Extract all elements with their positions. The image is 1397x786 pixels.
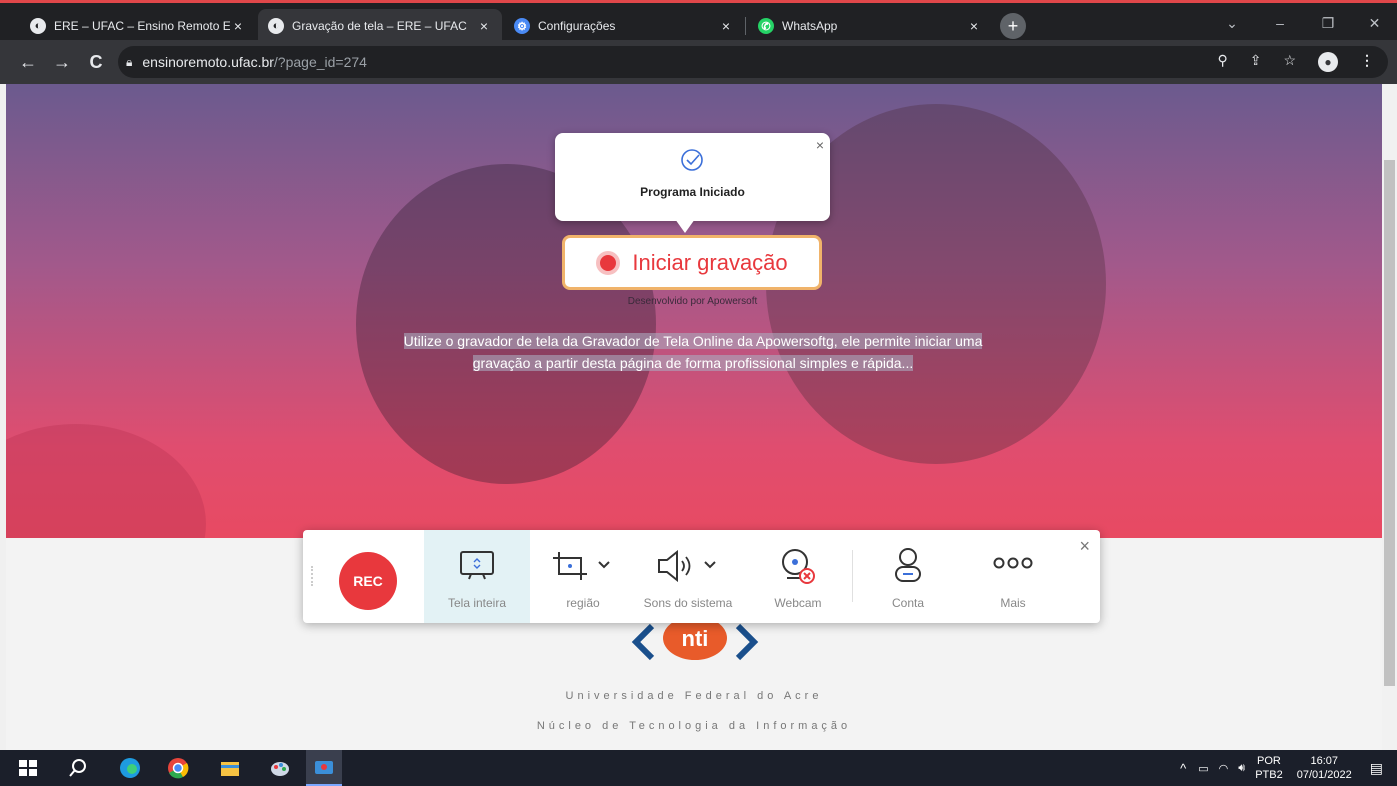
speaker-icon [658, 550, 716, 582]
chrome-icon[interactable] [166, 756, 190, 780]
omnibox-actions: ⚲ ⇪ ☆ ● ⋮ [1217, 52, 1374, 72]
account-option[interactable]: Conta [863, 530, 953, 623]
taskbar-active-app[interactable] [306, 750, 342, 786]
browser-toolbar: ← → C 🔒︎ ensinoremoto.ufac.br/?page_id=2… [0, 40, 1397, 84]
share-icon[interactable]: ⇪ [1250, 52, 1262, 72]
tab-separator [745, 17, 746, 35]
new-tab-button[interactable]: + [1000, 13, 1026, 39]
system-tray: ^ ▭ ◠ 🔊︎ POR PTB2 16:07 07/01/2022 ▤ [1180, 750, 1397, 786]
fullscreen-icon [460, 551, 494, 580]
notifications-icon[interactable]: ▤ [1370, 760, 1383, 777]
description-line-2: gravação a partir desta página de forma … [472, 355, 914, 371]
footer-university: Universidade Federal do Acre [565, 690, 823, 702]
drag-handle[interactable] [311, 566, 317, 586]
more-icon [993, 557, 1033, 569]
footer-nti: Núcleo de Tecnologia da Informação [536, 720, 852, 732]
webcam-label: Webcam [774, 596, 822, 610]
back-icon[interactable]: ← [16, 50, 40, 74]
tab-title: WhatsApp [782, 19, 838, 33]
globe-icon: ◐ [30, 18, 46, 34]
wifi-icon[interactable]: ◠ [1219, 762, 1229, 775]
zoom-icon[interactable]: ⚲ [1217, 52, 1227, 72]
webcam-option[interactable]: Webcam [753, 530, 843, 623]
minimize-button[interactable]: – [1260, 9, 1300, 37]
tab-configuracoes[interactable]: ⚙ Configurações × [504, 9, 744, 43]
hero-photo-plant [6, 424, 206, 538]
menu-kebab-icon[interactable]: ⋮ [1360, 52, 1374, 72]
crop-icon [553, 552, 610, 580]
region-label: região [566, 596, 600, 610]
region-option[interactable]: região [543, 530, 623, 623]
clock-date: 07/01/2022 [1296, 769, 1352, 781]
recorder-close-icon[interactable]: × [1079, 536, 1090, 557]
nti-logo: nti [631, 616, 759, 661]
keyboard-layout: PTB2 [1255, 769, 1283, 781]
tab-close-icon[interactable]: × [230, 18, 246, 34]
scrollbar-thumb[interactable] [1384, 160, 1395, 686]
check-circle-icon [681, 149, 703, 171]
tab-whatsapp[interactable]: ✆ WhatsApp × [748, 9, 992, 43]
more-option[interactable]: Mais [968, 530, 1058, 623]
close-window-button[interactable]: ✕ [1352, 9, 1397, 37]
system-sound-label: Sons do sistema [643, 596, 733, 610]
address-bar[interactable]: 🔒︎ ensinoremoto.ufac.br/?page_id=274 ⚲ ⇪… [118, 46, 1388, 78]
recorder-toolbar: REC Tela inteira região Sons do sistema [303, 530, 1100, 623]
record-dot-icon [596, 250, 621, 275]
forward-icon[interactable]: → [50, 50, 74, 74]
tab-title: Gravação de tela – ERE – UFAC [292, 19, 467, 33]
tab-search-icon[interactable]: ⌄ [1212, 9, 1252, 37]
screen-recorder-icon [315, 761, 333, 774]
profile-avatar-icon[interactable]: ● [1318, 52, 1338, 72]
gear-icon: ⚙ [514, 18, 530, 34]
tab-close-icon[interactable]: × [966, 18, 982, 34]
language-code: POR [1257, 755, 1281, 767]
clock-time: 16:07 [1310, 755, 1338, 767]
program-started-popup: Programa Iniciado × [555, 133, 830, 233]
volume-icon[interactable]: 🔊︎ [1238, 762, 1245, 775]
url-host: ensinoremoto.ufac.br [142, 54, 274, 70]
start-recording-label: Iniciar gravação [632, 249, 788, 275]
system-sound-option[interactable]: Sons do sistema [633, 530, 743, 623]
windows-start-icon[interactable] [16, 756, 40, 780]
user-icon [895, 548, 921, 582]
developed-by-text: Desenvolvido por Apowersoft [627, 296, 758, 307]
popup-close-icon[interactable]: × [816, 137, 824, 153]
fullscreen-label: Tela inteira [447, 596, 507, 610]
toolbar-divider [852, 550, 853, 602]
start-recording-button[interactable]: Iniciar gravação [562, 235, 822, 290]
url-path: /?page_id=274 [273, 54, 367, 70]
more-label: Mais [1000, 596, 1026, 610]
account-label: Conta [891, 596, 925, 610]
globe-icon: ◐ [268, 18, 284, 34]
restore-button[interactable]: ❐ [1308, 9, 1348, 37]
windows-taskbar: ^ ▭ ◠ 🔊︎ POR PTB2 16:07 07/01/2022 ▤ [0, 750, 1397, 786]
tab-close-icon[interactable]: × [718, 18, 734, 34]
description-text: Utilize o gravador de tela da Gravador d… [384, 330, 1002, 374]
network-adapter-icon[interactable]: ▭ [1198, 762, 1208, 775]
description-line-1: Utilize o gravador de tela da Gravador d… [403, 333, 983, 349]
whatsapp-icon: ✆ [758, 18, 774, 34]
tab-strip: ◐ ERE – UFAC – Ensino Remoto Em × ◐ Grav… [0, 0, 1397, 43]
nti-logo-text: nti [682, 626, 709, 651]
url-text: ensinoremoto.ufac.br/?page_id=274 [142, 54, 367, 70]
tab-ere-ufac[interactable]: ◐ ERE – UFAC – Ensino Remoto Em × [20, 9, 256, 43]
tab-title: Configurações [538, 19, 616, 33]
language-indicator[interactable]: POR PTB2 [1255, 754, 1283, 782]
popup-title: Programa Iniciado [640, 185, 745, 199]
fullscreen-option[interactable]: Tela inteira [424, 530, 530, 623]
tab-close-icon[interactable]: × [476, 18, 492, 34]
lock-icon: 🔒︎ [126, 54, 133, 69]
bookmark-star-icon[interactable]: ☆ [1283, 52, 1296, 72]
tab-gravacao[interactable]: ◐ Gravação de tela – ERE – UFAC × [258, 9, 502, 43]
rec-button[interactable]: REC [339, 552, 397, 610]
show-hidden-icons-icon[interactable]: ^ [1180, 761, 1186, 776]
edge-icon[interactable] [118, 756, 142, 780]
clock[interactable]: 16:07 07/01/2022 [1297, 754, 1352, 782]
search-icon[interactable] [66, 756, 90, 780]
paint-app-icon[interactable] [268, 756, 292, 780]
reload-icon[interactable]: C [84, 50, 108, 74]
webcam-icon [782, 549, 815, 584]
tab-title: ERE – UFAC – Ensino Remoto Em [54, 19, 230, 33]
file-explorer-icon[interactable] [218, 756, 242, 780]
